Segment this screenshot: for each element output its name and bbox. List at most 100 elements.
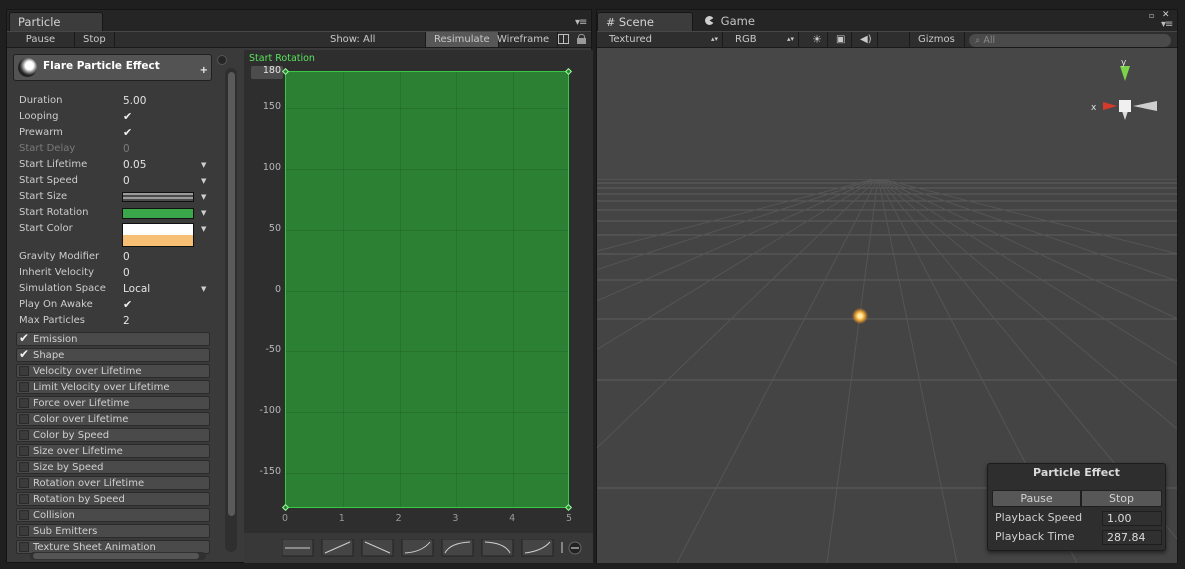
y-tick-label: 100 [262,162,281,174]
wireframe-toggle[interactable]: Wireframe [489,32,559,47]
y-tick-label: -150 [259,465,281,477]
module-size-over-lifetime[interactable]: Size over Lifetime [16,444,210,458]
module-velocity-over-lifetime-label: Velocity over Lifetime [33,366,142,377]
x-tick-label: 5 [565,513,573,524]
particle-system-inspector: Flare Particle Effect + Duration 5.00 Loop… [10,51,216,560]
module-color-over-lifetime[interactable]: Color over Lifetime [16,412,210,426]
grid-line-horizontal [286,472,568,474]
module-shape[interactable]: ✔ Shape [16,348,210,362]
x-tick-label: 3 [452,513,459,524]
y-tick-label: 0 [274,283,281,295]
overlay-stop-button[interactable]: Stop [1081,490,1162,507]
module-emission-checkbox[interactable]: ✔ [19,332,29,344]
curve-preset-icons [282,539,582,557]
module-shape-label: Shape [33,350,65,361]
overlay-pause-button[interactable]: Pause [992,490,1081,507]
pause-button[interactable]: Pause [7,32,75,47]
speaker-icon: ◀) [860,34,872,45]
curve-grid [286,72,568,507]
module-color-over-lifetime-checkbox[interactable] [19,414,29,424]
module-force-over-lifetime-label: Force over Lifetime [33,398,130,409]
module-emission-label: Emission [33,334,78,345]
gizmos-dropdown[interactable]: Gizmos ▾ [909,32,965,60]
tab-game[interactable]: Game [697,12,797,31]
audio-toggle[interactable]: ◀) [852,32,878,47]
module-limit-velocity-over-lifetime[interactable]: Limit Velocity over Lifetime [16,380,210,394]
scene-toolbar: Textured▴▾ RGB▴▾ ☀ ▣ ◀) Gizmos ▾ ⌕ All [597,31,1177,60]
left-toolbar: Pause Stop Show: All Resimulate Wirefram… [7,31,591,48]
stop-button[interactable]: Stop [75,32,115,47]
module-rotation-over-lifetime-checkbox[interactable] [19,478,29,488]
playback-time-field[interactable]: 287.84 [1102,530,1162,545]
module-velocity-over-lifetime-checkbox[interactable] [19,366,29,376]
module-size-by-speed-checkbox[interactable] [19,462,29,472]
y-tick-label: -100 [259,404,281,416]
grid-line-vertical [456,72,458,507]
module-color-by-speed-label: Color by Speed [33,430,110,441]
flare-particle[interactable] [852,308,868,324]
module-rotation-over-lifetime-label: Rotation over Lifetime [33,478,145,489]
module-rotation-over-lifetime[interactable]: Rotation over Lifetime [16,476,210,490]
scene-lighting-toggle[interactable]: ☀ [804,32,828,47]
inspector-hscroll-thumb[interactable] [33,553,199,559]
module-force-over-lifetime-checkbox[interactable] [19,398,29,408]
inspector-scroll-thumb[interactable] [228,72,235,516]
panel-layout-icon[interactable] [558,34,569,44]
module-size-over-lifetime-label: Size over Lifetime [33,446,123,457]
tab-menu-icon[interactable]: ▾≡ [575,17,587,28]
tab-game-label: Game [720,14,755,28]
y-tick-label: 50 [268,222,281,234]
module-size-over-lifetime-checkbox[interactable] [19,446,29,456]
playback-speed-label: Playback Speed [995,511,1083,524]
lock-icon[interactable] [577,34,586,44]
particle-effect-overlay: Particle Effect Pause Stop Playback Spee… [987,463,1166,551]
module-shape-checkbox[interactable]: ✔ [19,348,29,360]
module-collision-checkbox[interactable] [19,510,29,520]
show-filter-dropdown[interactable]: Show: All [322,32,383,47]
module-collision-label: Collision [33,510,75,521]
render-mode-dropdown[interactable]: Textured ▴▾ [601,32,723,47]
grid-icon: # [606,16,616,29]
module-color-by-speed-checkbox[interactable] [19,430,29,440]
color-mode-dropdown[interactable]: RGB ▴▾ [727,32,799,47]
search-icon: ⌕ [975,35,981,46]
tab-scene[interactable]: # Scene [597,12,693,31]
scene-fx-toggle[interactable]: ▣ [828,32,852,47]
playback-speed-field[interactable]: 1.00 [1102,511,1162,526]
tab-particle-effect[interactable]: Particle Effect [9,12,103,43]
sun-icon: ☀ [812,33,822,46]
collapse-circle-icon[interactable] [217,55,227,65]
curve-presets-bar [244,533,593,563]
grid-line-vertical [513,72,515,507]
grid-line-horizontal [286,169,568,171]
module-sub-emitters[interactable]: Sub Emitters [16,524,210,538]
module-force-over-lifetime[interactable]: Force over Lifetime [16,396,210,410]
search-input[interactable]: ⌕ All [969,34,1171,47]
resimulate-toggle[interactable]: Resimulate [425,32,499,47]
module-color-over-lifetime-label: Color over Lifetime [33,414,129,425]
particle-effect-window: Particle Effect ▾≡ Pause Stop Show: All … [6,9,593,563]
module-size-by-speed[interactable]: Size by Speed [16,460,210,474]
gizmo-x-label: x [1091,103,1097,113]
grid-line-horizontal [286,108,568,110]
module-color-by-speed[interactable]: Color by Speed [16,428,210,442]
module-size-by-speed-label: Size by Speed [33,462,104,473]
right-tab-menu-icon[interactable]: ▾≡ [1161,19,1173,30]
module-rotation-by-speed[interactable]: Rotation by Speed [16,492,210,506]
y-tick-label: 150 [262,101,281,113]
module-rotation-by-speed-checkbox[interactable] [19,494,29,504]
x-tick-label: 2 [395,513,402,524]
module-limit-velocity-over-lifetime-checkbox[interactable] [19,382,29,392]
module-velocity-over-lifetime[interactable]: Velocity over Lifetime [16,364,210,378]
module-collision[interactable]: Collision [16,508,210,522]
image-icon: ▣ [836,34,846,45]
orientation-gizmo[interactable]: y x [1087,58,1163,128]
module-emission[interactable]: ✔ Emission [16,332,210,346]
module-sub-emitters-checkbox[interactable] [19,526,29,536]
maximize-icon[interactable]: ▫ [1149,11,1154,20]
module-texture-sheet-animation-checkbox[interactable] [19,542,29,552]
x-tick-label: 1 [338,513,345,524]
module-sub-emitters-label: Sub Emitters [33,526,98,537]
grid-line-horizontal [286,290,568,292]
curve-plot-area[interactable] [285,71,569,508]
